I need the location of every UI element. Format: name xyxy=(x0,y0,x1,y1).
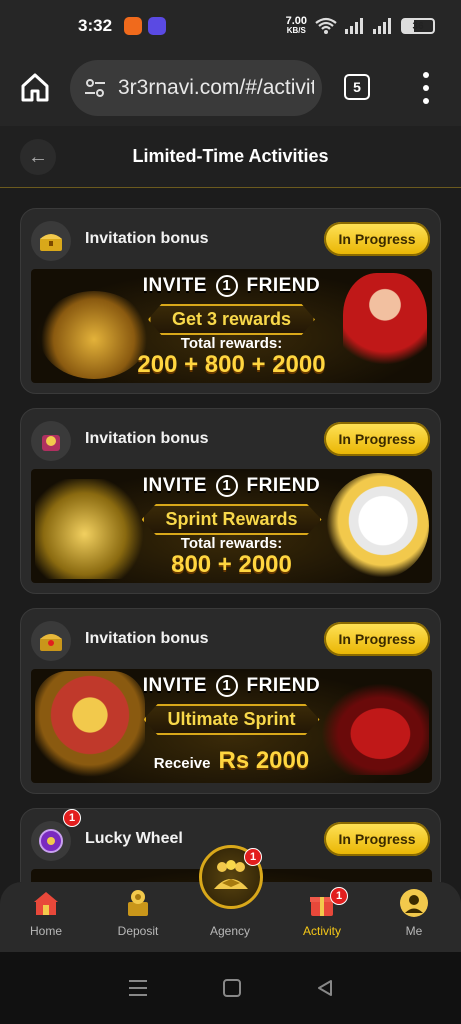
browser-home-button[interactable] xyxy=(18,70,52,104)
tabs-button[interactable]: 5 xyxy=(344,74,370,100)
promo-banner[interactable]: INVITE 1 FRIEND Get 3 rewards Total rewa… xyxy=(31,269,432,383)
notification-badge: 1 xyxy=(63,809,81,827)
promo-banner[interactable]: INVITE 1 FRIEND Sprint Rewards Total rew… xyxy=(31,469,432,583)
activity-card[interactable]: Invitation bonus In Progress INVITE 1 FR… xyxy=(20,208,441,394)
banner-subtitle: Total rewards: xyxy=(180,335,283,352)
deposit-icon xyxy=(123,888,153,918)
nav-label: Activity xyxy=(302,924,341,938)
card-title: Invitation bonus xyxy=(85,230,209,247)
banner-amount: Rs 2000 xyxy=(218,747,310,774)
address-bar[interactable]: 3r3rnavi.com/#/activit xyxy=(70,60,322,116)
home-square-icon[interactable] xyxy=(222,978,242,998)
signal-icon xyxy=(345,18,363,34)
banner-headline: INVITE 1 FRIEND xyxy=(142,675,321,697)
card-header: Invitation bonus In Progress xyxy=(21,609,440,669)
page-header: ← Limited-Time Activities xyxy=(0,126,461,188)
nav-deposit[interactable]: Deposit xyxy=(102,888,174,948)
banner-amount-row: Receive Rs 2000 xyxy=(31,747,432,775)
avatar-icon xyxy=(399,888,429,918)
activity-card[interactable]: Invitation bonus In Progress INVITE 1 FR… xyxy=(20,608,441,794)
tab-count: 5 xyxy=(353,79,361,95)
banner-ribbon: Sprint Rewards xyxy=(141,504,322,535)
notification-badge: 1 xyxy=(244,848,262,866)
in-progress-button[interactable]: In Progress xyxy=(324,222,430,256)
card-title: Lucky Wheel xyxy=(85,830,183,847)
banner-amount: 800 + 2000 xyxy=(171,551,292,578)
card-title: Invitation bonus xyxy=(85,430,209,447)
in-progress-button[interactable]: In Progress xyxy=(324,822,430,856)
banner-headline: INVITE 1 FRIEND xyxy=(142,275,321,297)
app-notification-icon xyxy=(124,17,143,35)
status-bar: 3:32 7.00 KB/S 36 xyxy=(0,0,461,52)
arrow-left-icon: ← xyxy=(28,145,48,168)
browser-menu-button[interactable] xyxy=(420,72,432,104)
site-settings-icon[interactable] xyxy=(84,77,106,99)
nav-label: Agency xyxy=(209,924,251,938)
nav-me[interactable]: Me xyxy=(378,888,450,948)
notification-badge: 1 xyxy=(330,887,348,905)
back-button[interactable]: ← xyxy=(20,139,56,175)
network-speed-value: 7.00 xyxy=(285,15,307,27)
url-text[interactable]: 3r3rnavi.com/#/activit xyxy=(118,76,314,100)
nav-label: Deposit xyxy=(117,924,159,938)
banner-amount: 200 + 800 + 2000 xyxy=(137,351,326,378)
activity-card[interactable]: Invitation bonus In Progress INVITE 1 FR… xyxy=(20,408,441,594)
network-speed: 7.00 KB/S xyxy=(286,16,307,36)
browser-toolbar: 3r3rnavi.com/#/activit 5 xyxy=(0,52,461,126)
lucky-wheel-icon xyxy=(31,821,71,861)
status-time: 3:32 xyxy=(78,16,113,35)
banner-ribbon: Ultimate Sprint xyxy=(143,704,320,735)
home-icon xyxy=(31,888,61,918)
agency-icon xyxy=(214,860,248,889)
nav-label: Home xyxy=(29,924,62,938)
app-notification-icon xyxy=(148,17,167,35)
system-nav-bar xyxy=(0,952,461,1024)
recents-icon[interactable] xyxy=(127,978,149,998)
activity-list[interactable]: Invitation bonus In Progress INVITE 1 FR… xyxy=(0,189,461,882)
card-title: Invitation bonus xyxy=(85,630,209,647)
in-progress-button[interactable]: In Progress xyxy=(324,422,430,456)
signal-icon xyxy=(373,18,391,34)
battery-icon: 36 xyxy=(401,18,435,34)
banner-headline: INVITE 1 FRIEND xyxy=(142,475,321,497)
page-title: Limited-Time Activities xyxy=(132,146,329,166)
card-header: Invitation bonus In Progress xyxy=(21,209,440,269)
treasure-chest-icon xyxy=(31,621,71,661)
banner-subtitle: Receive xyxy=(153,755,211,772)
banner-ribbon: Get 3 rewards xyxy=(147,304,316,335)
nav-label: Me xyxy=(405,924,423,938)
network-speed-unit: KB/S xyxy=(286,26,306,35)
card-header: Invitation bonus In Progress xyxy=(21,409,440,469)
gem-box-icon xyxy=(31,421,71,461)
back-triangle-icon[interactable] xyxy=(315,978,335,998)
treasure-chest-icon xyxy=(31,221,71,261)
banner-subtitle: Total rewards: xyxy=(180,535,283,552)
nav-home[interactable]: Home xyxy=(10,888,82,948)
in-progress-button[interactable]: In Progress xyxy=(324,622,430,656)
battery-level: 36 xyxy=(412,20,424,32)
promo-banner[interactable]: INVITE 1 FRIEND Ultimate Sprint Receive … xyxy=(31,669,432,783)
wifi-icon xyxy=(315,17,337,34)
home-icon xyxy=(21,73,49,102)
